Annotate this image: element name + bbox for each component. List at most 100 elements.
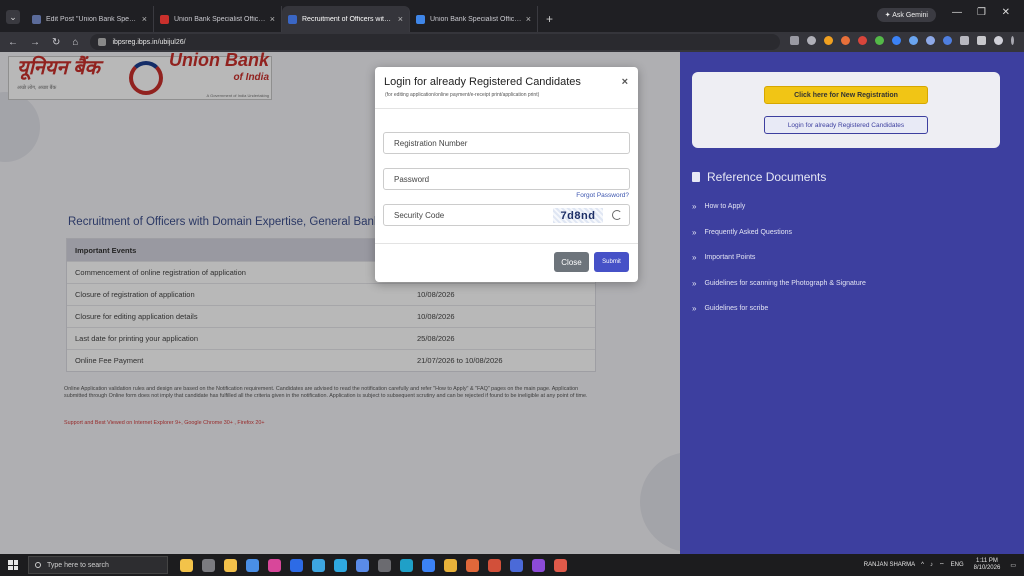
profile-icon[interactable] — [994, 36, 1003, 45]
chrome-icon[interactable] — [444, 558, 457, 572]
puzzle-icon[interactable] — [960, 36, 969, 45]
tab-close-icon[interactable]: × — [398, 14, 403, 24]
tray-expand-icon[interactable]: ^ — [921, 562, 924, 568]
taskbar-clock[interactable]: 1:11 PM 8/10/2026 — [974, 558, 1001, 572]
modal-title: Login for already Registered Candidates — [384, 76, 581, 88]
app-icon[interactable] — [356, 558, 369, 572]
tab-favicon-icon — [288, 14, 297, 24]
chevron-right-icon: » — [692, 253, 697, 263]
tab-title: Edit Post "Union Bank Specialis — [46, 15, 138, 23]
app-icon[interactable] — [378, 558, 391, 572]
volume-icon[interactable]: ♪ — [930, 562, 933, 568]
app-icon[interactable] — [422, 558, 435, 572]
tab-search-icon[interactable]: ⌄ — [6, 10, 20, 24]
close-window-icon[interactable]: ✕ — [1002, 7, 1010, 18]
ref-link-how-to-apply[interactable]: » How to Apply — [692, 194, 866, 220]
password-input[interactable]: Password — [383, 168, 630, 190]
ref-link-label: Guidelines for scanning the Photograph &… — [704, 279, 866, 287]
search-icon — [35, 562, 41, 568]
ref-link-label: Guidelines for scribe — [704, 305, 769, 313]
ask-gemini-label: Ask Gemini — [892, 12, 928, 19]
tab-close-icon[interactable]: × — [142, 14, 147, 24]
user-name: RANJAN SHARMA — [863, 562, 916, 568]
login-registered-button[interactable]: Login for already Registered Candidates — [764, 116, 928, 134]
extension-icon[interactable] — [926, 36, 935, 45]
ref-link-label: How to Apply — [704, 203, 746, 211]
chrome-icon[interactable] — [554, 558, 567, 572]
tab-title: Recruitment of Officers with Do — [302, 15, 394, 23]
edge-icon[interactable] — [400, 558, 413, 572]
ref-link-photo-guidelines[interactable]: » Guidelines for scanning the Photograph… — [692, 271, 866, 297]
file-explorer-icon[interactable] — [224, 558, 237, 572]
taskbar-search-box[interactable]: Type here to search — [28, 556, 168, 574]
browser-tab-4[interactable]: Union Bank Specialist Officer B × — [410, 6, 538, 32]
network-icon[interactable]: ⌔ — [939, 561, 945, 569]
chevron-right-icon: » — [692, 278, 697, 288]
ref-link-faq[interactable]: » Frequently Asked Questions — [692, 220, 866, 246]
new-tab-button[interactable]: + — [546, 12, 553, 26]
security-code-input[interactable]: Security Code 7d8nd — [383, 204, 630, 226]
download-icon[interactable] — [977, 36, 986, 45]
bookmark-star-icon[interactable] — [807, 36, 816, 45]
ask-gemini-button[interactable]: ✦ Ask Gemini — [876, 8, 936, 22]
forgot-password-link[interactable]: Forgot Password? — [576, 192, 629, 199]
minimize-icon[interactable]: — — [952, 7, 962, 18]
captcha-image: 7d8nd — [553, 208, 603, 223]
facebook-icon[interactable] — [290, 558, 303, 572]
menu-dots-icon[interactable] — [1011, 36, 1014, 45]
clock-date: 8/10/2026 — [973, 565, 1001, 571]
instagram-icon[interactable] — [268, 558, 281, 572]
translate-icon[interactable] — [790, 36, 799, 45]
task-view-icon[interactable] — [202, 558, 215, 572]
extensions-bar — [790, 36, 1014, 45]
app-icon[interactable] — [532, 558, 545, 572]
ref-link-scribe-guidelines[interactable]: » Guidelines for scribe — [692, 296, 866, 322]
password-placeholder: Password — [394, 174, 430, 184]
tab-close-icon[interactable]: × — [270, 14, 275, 24]
extension-icon[interactable] — [943, 36, 952, 45]
back-icon[interactable]: ← — [8, 37, 18, 48]
browser-tab-2[interactable]: Union Bank Specialist Officer S × — [154, 6, 282, 32]
windows-start-icon[interactable] — [8, 560, 18, 570]
tab-favicon-icon — [160, 14, 169, 24]
refresh-captcha-icon[interactable] — [612, 210, 622, 220]
submit-button[interactable]: Submit — [594, 252, 629, 272]
app-icon[interactable] — [510, 558, 523, 572]
notifications-icon[interactable]: ▭ — [1010, 562, 1016, 569]
document-icon — [692, 172, 700, 182]
app-icon[interactable] — [312, 558, 325, 572]
widgets-icon[interactable] — [180, 558, 193, 572]
store-icon[interactable] — [246, 558, 259, 572]
security-code-placeholder: Security Code — [394, 210, 445, 220]
tab-favicon-icon — [416, 14, 425, 24]
site-info-icon[interactable] — [98, 38, 107, 46]
close-button[interactable]: Close — [554, 252, 589, 272]
browser-tab-1[interactable]: Edit Post "Union Bank Specialis × — [26, 6, 154, 32]
ref-link-label: Frequently Asked Questions — [704, 228, 793, 236]
extension-icon[interactable] — [909, 36, 918, 45]
ref-link-important-points[interactable]: » Important Points — [692, 245, 866, 271]
extension-icon[interactable] — [824, 36, 833, 45]
extension-icon[interactable] — [841, 36, 850, 45]
tab-close-icon[interactable]: × — [526, 14, 531, 24]
app-icon[interactable] — [466, 558, 479, 572]
browser-tab-3[interactable]: Recruitment of Officers with Do × — [282, 6, 410, 32]
restore-icon[interactable]: ❐ — [977, 7, 986, 18]
app-icon[interactable] — [488, 558, 501, 572]
modal-close-icon[interactable]: × — [622, 76, 628, 88]
forward-icon[interactable]: → — [30, 37, 40, 48]
reload-icon[interactable]: ↻ — [52, 37, 60, 48]
telegram-icon[interactable] — [334, 558, 347, 572]
extension-icon[interactable] — [858, 36, 867, 45]
home-icon[interactable]: ⌂ — [72, 37, 78, 48]
address-bar[interactable]: ibpsreg.ibps.in/ubijul26/ — [90, 34, 781, 50]
language-indicator[interactable]: ENG — [951, 562, 964, 568]
new-registration-button[interactable]: Click here for New Registration — [764, 86, 928, 104]
page-content: यूनियन बैंक अच्छे लोग, अच्छा बैंक Union … — [0, 52, 1024, 554]
windows-taskbar: Type here to search RANJAN SHARMA ^ ♪ ⌔ … — [0, 554, 1024, 576]
modal-subtitle: (for editing application/online payment/… — [385, 92, 540, 98]
reference-documents-list: » How to Apply » Frequently Asked Questi… — [692, 194, 866, 322]
extension-icon[interactable] — [875, 36, 884, 45]
extension-icon[interactable] — [892, 36, 901, 45]
registration-number-input[interactable]: Registration Number — [383, 132, 630, 154]
